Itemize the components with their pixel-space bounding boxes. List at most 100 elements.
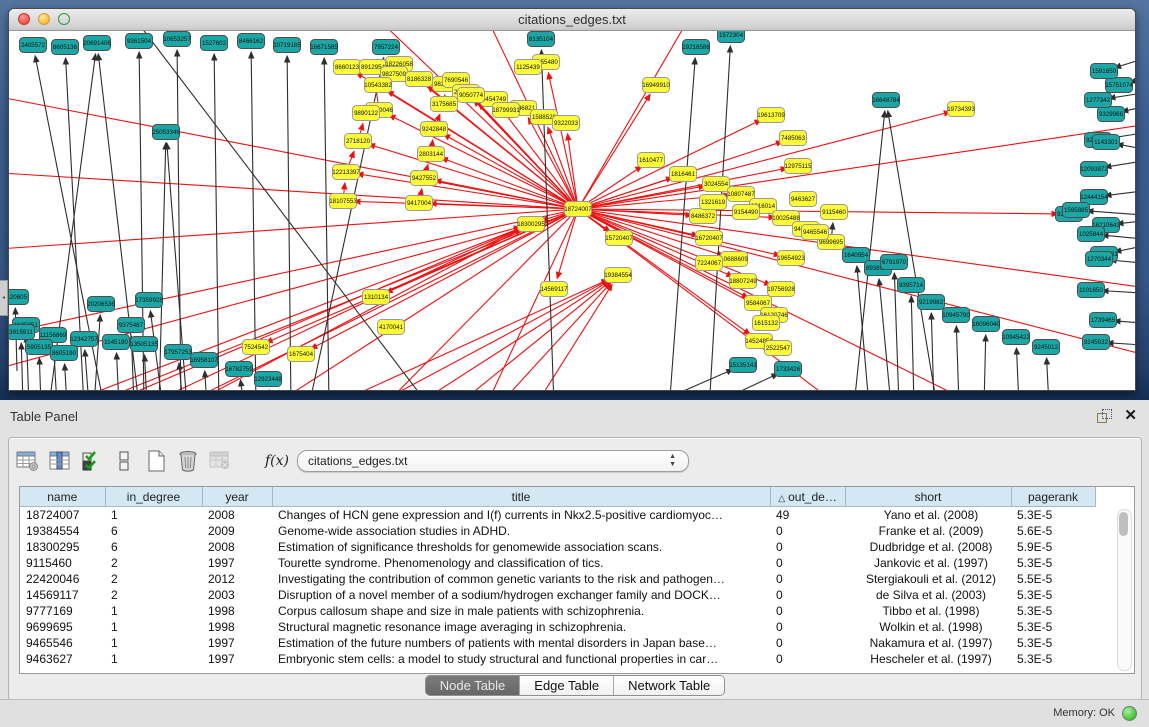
network-node-1675404[interactable]: 1675404 — [288, 347, 315, 362]
column-header-pagerank[interactable]: pagerank — [1011, 487, 1095, 507]
column-header-out_de[interactable]: △out_de… — [770, 487, 845, 507]
network-node-25053346[interactable]: 25053346 — [152, 125, 180, 140]
network-node-18724007[interactable]: 18724007 — [564, 202, 592, 217]
network-node-1310134[interactable]: 1310134 — [363, 290, 390, 305]
column-header-name[interactable]: name — [20, 487, 105, 507]
network-node-9115460[interactable]: 9115460 — [821, 205, 848, 220]
network-node-9050774[interactable]: 9050774 — [458, 88, 485, 103]
network-node-10688609[interactable]: 10688609 — [720, 252, 748, 267]
network-node-17359928[interactable]: 17359928 — [135, 293, 163, 308]
network-node-9322033[interactable]: 9322033 — [553, 116, 580, 131]
network-node-20206536[interactable]: 20206536 — [87, 297, 115, 312]
network-node-1277342[interactable]: 1277342 — [1085, 93, 1112, 108]
network-node-8466162[interactable]: 8466162 — [238, 34, 265, 49]
table-chooser-dropdown[interactable]: citations_edges.txt ▲▼ — [297, 450, 689, 472]
network-node-16958107[interactable]: 16958107 — [190, 353, 218, 368]
network-node-1572304[interactable]: 1572304 — [718, 31, 745, 43]
network-node-8135104[interactable]: 8135104 — [528, 32, 555, 47]
tab-network-table[interactable]: Network Table — [613, 676, 724, 695]
tab-edge-table[interactable]: Edge Table — [519, 676, 613, 695]
network-node-10719185[interactable]: 10719185 — [273, 38, 301, 53]
table-row[interactable]: 969969511998Structural magnetic resonanc… — [20, 619, 1095, 635]
table-row[interactable]: 1872400712008Changes of HCN gene express… — [20, 507, 1095, 524]
network-node-3175685[interactable]: 3175685 — [431, 97, 458, 112]
delete-column-icon[interactable] — [175, 449, 201, 473]
network-node-9465546[interactable]: 9465546 — [802, 225, 829, 240]
network-node-9245032[interactable]: 9245032 — [1083, 335, 1110, 350]
network-canvas[interactable]: 2405572860513620691406936150410653257152… — [9, 31, 1135, 390]
function-builder-icon[interactable]: f(x) — [265, 453, 289, 469]
network-node-18807249[interactable]: 18807249 — [729, 274, 757, 289]
network-node-1595885[interactable]: 1595885 — [1063, 203, 1090, 218]
float-panel-icon[interactable] — [1097, 409, 1111, 423]
network-node-14569117[interactable]: 14569117 — [540, 282, 568, 297]
network-node-12213397[interactable]: 12213397 — [332, 165, 360, 180]
network-node-19218586[interactable]: 19218586 — [682, 40, 710, 55]
table-scrollbar[interactable] — [1117, 509, 1132, 671]
network-node-9219982[interactable]: 9219982 — [918, 295, 945, 310]
select-all-icon[interactable] — [79, 449, 105, 473]
network-node-1816461[interactable]: 1816461 — [670, 167, 697, 182]
network-window-titlebar[interactable]: citations_edges.txt — [9, 9, 1135, 31]
network-node-2120605[interactable]: 2120605 — [9, 290, 29, 305]
network-node-10945790[interactable]: 10945790 — [942, 308, 970, 323]
network-node-12923448[interactable]: 12923448 — [254, 372, 282, 387]
network-node-4170041[interactable]: 4170041 — [378, 320, 405, 335]
network-node-13505135[interactable]: 13505135 — [130, 337, 158, 352]
network-node-8486372[interactable]: 8486372 — [690, 209, 717, 224]
network-node-1591650[interactable]: 1591650 — [1091, 64, 1118, 79]
network-node-10653257[interactable]: 10653257 — [163, 32, 191, 47]
column-header-in_degree[interactable]: in_degree — [105, 487, 202, 507]
network-node-1143301[interactable]: 1143301 — [1093, 135, 1120, 150]
network-node-7957224[interactable]: 7957224 — [373, 40, 400, 55]
network-node-16671585[interactable]: 16671585 — [310, 40, 338, 55]
network-node-8186328[interactable]: 8186328 — [406, 72, 433, 87]
control-panel-collapse-arrow[interactable]: ◂ — [0, 280, 8, 316]
network-node-16096040[interactable]: 16096040 — [972, 317, 1000, 332]
table-row[interactable]: 2242004622012Investigating the contribut… — [20, 571, 1095, 587]
network-node-18799931[interactable]: 18799931 — [492, 103, 520, 118]
network-node-8660123[interactable]: 8660123 — [334, 60, 361, 75]
table-settings-icon[interactable] — [15, 449, 41, 473]
network-node-19734393[interactable]: 19734393 — [947, 102, 975, 117]
network-node-2803144[interactable]: 2803144 — [418, 147, 445, 162]
table-row[interactable]: 911546021997Tourette syndrome. Phenomeno… — [20, 555, 1095, 571]
network-node-8605136[interactable]: 8605136 — [52, 40, 79, 55]
network-node-19384554[interactable]: 19384554 — [604, 268, 632, 283]
network-node-16949910[interactable]: 16949910 — [642, 78, 670, 93]
network-node-5905135[interactable]: 5905135 — [26, 340, 53, 355]
table-row[interactable]: 1456911722003Disruption of a novel membe… — [20, 587, 1095, 603]
tab-node-table[interactable]: Node Table — [426, 676, 520, 695]
network-node-19654923[interactable]: 19654923 — [777, 251, 805, 266]
network-node-16720407[interactable]: 16720407 — [695, 231, 723, 246]
attribute-table[interactable]: namein_degreeyeartitle△out_de…shortpager… — [19, 486, 1135, 674]
network-node-6791970[interactable]: 6791970 — [881, 255, 908, 270]
network-node-1610477[interactable]: 1610477 — [638, 153, 665, 168]
network-node-3024554[interactable]: 3024554 — [703, 177, 730, 192]
column-header-year[interactable]: year — [202, 487, 272, 507]
network-node-9329966[interactable]: 9329966 — [1098, 107, 1125, 122]
select-columns-icon[interactable] — [47, 449, 73, 473]
network-node-1321619[interactable]: 1321619 — [700, 195, 727, 210]
network-node-12975115[interactable]: 12975115 — [784, 159, 812, 174]
column-header-title[interactable]: title — [272, 487, 770, 507]
network-node-8605190[interactable]: 8605190 — [51, 346, 78, 361]
network-node-9417004[interactable]: 9417004 — [406, 196, 433, 211]
close-panel-icon[interactable]: ✕ — [1124, 406, 1137, 424]
network-node-1739465[interactable]: 1739465 — [1090, 313, 1117, 328]
network-node-1125439[interactable]: 1125439 — [515, 60, 542, 75]
table-row[interactable]: 1938455462009Genome-wide association stu… — [20, 523, 1095, 539]
network-node-18300295[interactable]: 18300295 — [517, 217, 545, 232]
network-node-7485063[interactable]: 7485063 — [780, 131, 807, 146]
table-row[interactable]: 977716911998Corpus callosum shape and si… — [20, 603, 1095, 619]
network-node-1270344[interactable]: 1270344 — [1086, 252, 1113, 267]
network-node-2522547[interactable]: 2522547 — [765, 341, 792, 356]
network-node-18107553[interactable]: 18107553 — [329, 194, 357, 209]
network-node-1615132[interactable]: 1615132 — [753, 316, 780, 331]
table-row[interactable]: 946554611997Estimation of the future num… — [20, 635, 1095, 651]
network-node-10543382[interactable]: 10543382 — [364, 78, 392, 93]
unselect-rows-icon[interactable] — [111, 449, 137, 473]
network-node-12093872[interactable]: 12093872 — [1080, 162, 1108, 177]
column-header-short[interactable]: short — [845, 487, 1011, 507]
network-node-12342757[interactable]: 12342757 — [70, 332, 98, 347]
